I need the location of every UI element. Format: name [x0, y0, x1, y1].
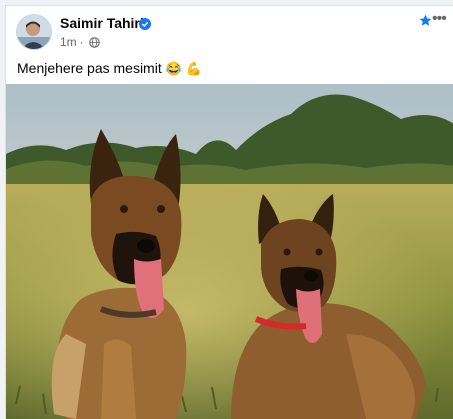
laughing-emoji-icon: 😂: [165, 61, 182, 76]
globe-icon[interactable]: [88, 36, 100, 48]
post-meta: 1m ·: [60, 35, 100, 49]
avatar-image: [17, 15, 51, 49]
flexed-biceps-emoji-icon: 💪: [185, 61, 202, 76]
post-photo[interactable]: [6, 84, 453, 419]
author-name[interactable]: Saimir Tahiri: [60, 15, 144, 31]
more-options-icon[interactable]: •••: [432, 10, 447, 28]
verified-badge-icon: [139, 17, 151, 30]
post-time[interactable]: 1m: [60, 35, 77, 49]
post-caption: Menjehere pas mesimit 😂 💪: [17, 60, 202, 77]
meta-separator: ·: [79, 35, 84, 49]
caption-text: Menjehere pas mesimit: [17, 60, 162, 76]
star-icon[interactable]: [419, 14, 432, 27]
avatar[interactable]: [16, 14, 52, 50]
post-card: Saimir Tahiri 1m · ••• Menjehere pas mes…: [5, 5, 453, 419]
